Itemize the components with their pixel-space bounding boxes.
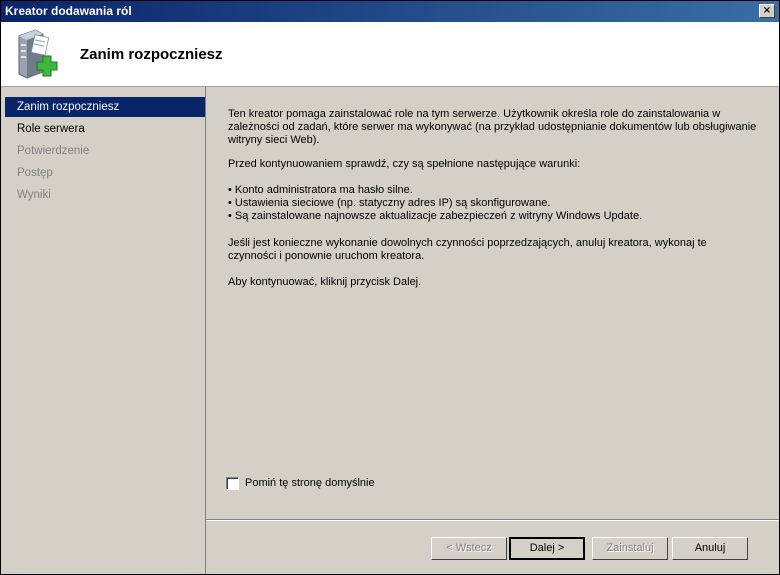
cancel-button[interactable]: Anuluj: [672, 537, 748, 560]
back-button[interactable]: < Wstecz: [431, 537, 507, 560]
wizard-footer: < Wstecz Dalej > Zainstaluj Anuluj: [206, 519, 779, 575]
step-results: Wyniki: [17, 189, 51, 201]
bullet-text: Konto administratora ma hasło silne.: [234, 184, 413, 196]
step-before-you-begin[interactable]: Zanim rozpoczniesz: [5, 97, 205, 117]
prerequisites-heading: Przed kontynuowaniem sprawdź, czy są spe…: [228, 158, 581, 170]
page-title: Zanim rozpoczniesz: [80, 46, 223, 63]
skip-page-checkbox[interactable]: [226, 477, 239, 490]
bullet-item: • Ustawienia sieciowe (np. statyczny adr…: [228, 197, 551, 209]
step-confirmation: Potwierdzenie: [17, 145, 90, 157]
next-button[interactable]: Dalej >: [509, 537, 585, 560]
wizard-window: Kreator dodawania ról × Zanim rozpocznie…: [0, 0, 780, 575]
window-title: Kreator dodawania ról: [5, 4, 132, 18]
wizard-header: Zanim rozpoczniesz: [1, 22, 779, 87]
server-add-icon: [18, 29, 58, 79]
continue-note: Aby kontynuować, kliknij przycisk Dalej.: [228, 276, 422, 288]
intro-text: Ten kreator pomaga zainstalować role na …: [228, 108, 757, 146]
bullet-item: • Są zainstalowane najnowsze aktualizacj…: [228, 210, 643, 222]
close-icon: ×: [762, 5, 772, 16]
step-server-roles[interactable]: Role serwera: [5, 119, 205, 139]
wizard-content: Ten kreator pomaga zainstalować role na …: [206, 87, 779, 519]
cancel-note: Jeśli jest konieczne wykonanie dowolnych…: [228, 237, 707, 262]
bullet-text: Ustawienia sieciowe (np. statyczny adres…: [234, 197, 551, 209]
bullet-text: Są zainstalowane najnowsze aktualizacje …: [234, 210, 643, 222]
step-progress: Postęp: [17, 167, 53, 179]
close-button[interactable]: ×: [759, 4, 775, 18]
title-bar[interactable]: Kreator dodawania ról ×: [1, 1, 779, 22]
skip-page-label[interactable]: Pomiń tę stronę domyślnie: [245, 477, 375, 489]
install-button[interactable]: Zainstaluj: [592, 537, 668, 560]
bullet-item: • Konto administratora ma hasło silne.: [228, 184, 413, 196]
wizard-steps: Zanim rozpoczniesz Role serwera Potwierd…: [3, 87, 206, 574]
